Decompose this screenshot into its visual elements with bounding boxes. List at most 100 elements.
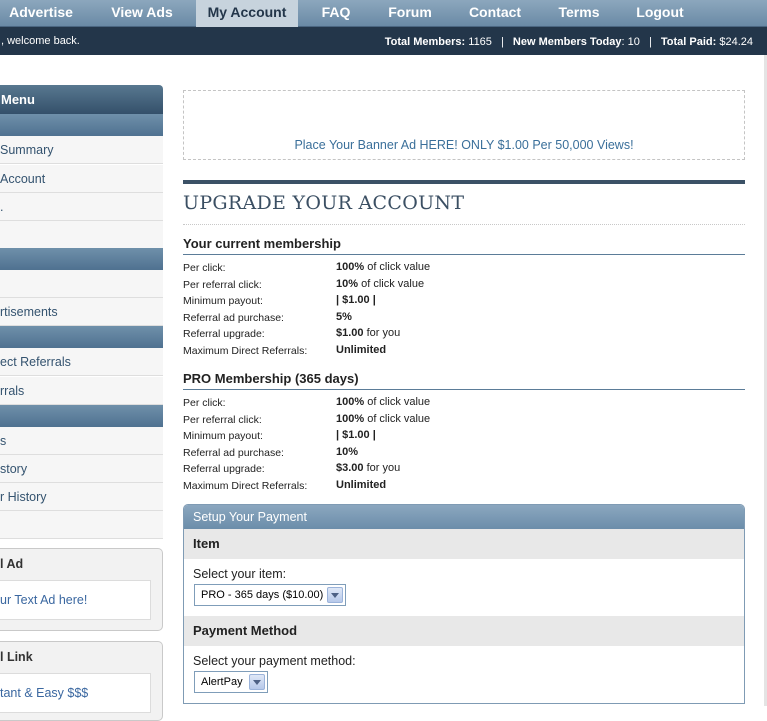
row-value: 10% xyxy=(336,446,358,458)
stats-separator: | xyxy=(648,36,652,48)
row-label: Per click: xyxy=(183,397,226,409)
banner-ad-link[interactable]: Place Your Banner Ad HERE! ONLY $1.00 Pe… xyxy=(184,138,744,152)
payment-panel-header: Setup Your Payment xyxy=(184,505,744,529)
new-members-value: : 10 xyxy=(621,36,640,48)
row-value-suffix: for you xyxy=(363,327,401,340)
row-value-strong: $3.00 xyxy=(336,462,364,475)
row-value-strong: Unlimited xyxy=(336,479,387,491)
link-box-link[interactable]: tant & Easy $$$ xyxy=(0,686,88,700)
nav-view-ads[interactable]: View Ads xyxy=(98,0,186,27)
row-value-strong: 100% xyxy=(336,396,365,408)
row-value: Unlimited xyxy=(336,344,386,356)
row-value: 100% of click value xyxy=(336,413,430,425)
table-row: Minimum payout: | $1.00 | xyxy=(183,428,745,444)
text-ad-box: l Ad ur Text Ad here! xyxy=(0,548,163,631)
item-label: Select your item: xyxy=(193,567,287,581)
row-value-suffix: of click value xyxy=(364,261,431,273)
row-value-strong: 10% xyxy=(336,277,359,290)
item-select[interactable]: PRO - 365 days ($10.00) xyxy=(194,584,346,606)
row-label: Referral upgrade: xyxy=(183,463,265,476)
link-box: l Link tant & Easy $$$ xyxy=(0,641,163,721)
sidebar-item[interactable] xyxy=(0,511,163,539)
row-value: 5% xyxy=(336,311,352,323)
chevron-down-icon[interactable] xyxy=(327,587,343,603)
sidebar-item-summary[interactable]: Summary xyxy=(0,136,163,164)
nav-my-account[interactable]: My Account xyxy=(196,0,298,27)
sidebar-item[interactable]: . xyxy=(0,193,163,221)
stats-separator: | xyxy=(500,36,504,48)
row-value: | $1.00 | xyxy=(336,429,376,441)
total-paid-label: Total Paid: xyxy=(660,36,717,48)
link-box-inner: tant & Easy $$$ xyxy=(0,673,151,713)
total-members-label: Total Members: xyxy=(384,36,466,48)
site-stats: Total Members: 1165 | New Members Today:… xyxy=(385,36,753,48)
row-value-strong: $1.00 xyxy=(336,327,364,340)
sidebar-item[interactable] xyxy=(0,270,163,298)
table-row: Per click: 100% of click value xyxy=(183,260,745,276)
sidebar-menu-title: Menu xyxy=(0,85,163,114)
nav-logout[interactable]: Logout xyxy=(628,0,692,27)
nav-terms[interactable]: Terms xyxy=(550,0,608,27)
table-row: Per referral click: 100% of click value xyxy=(183,412,745,428)
link-box-title: l Link xyxy=(0,650,33,664)
payment-panel: Setup Your Payment Item Select your item… xyxy=(183,504,745,704)
row-label: Referral ad purchase: xyxy=(183,446,284,459)
sidebar-item-account[interactable]: Account xyxy=(0,165,163,193)
row-value-suffix: of click value xyxy=(364,412,431,425)
sidebar-section-header xyxy=(0,326,163,348)
chevron-down-icon[interactable] xyxy=(249,674,265,690)
nav-contact[interactable]: Contact xyxy=(462,0,528,27)
table-row: Referral ad purchase: 5% xyxy=(183,310,745,326)
row-value-strong: Unlimited xyxy=(336,344,387,356)
nav-forum[interactable]: Forum xyxy=(380,0,440,27)
payment-method-label: Select your payment method: xyxy=(193,654,356,668)
row-value-suffix: for you xyxy=(363,462,401,475)
row-value-strong: 5% xyxy=(336,310,352,323)
payment-method-select-value: AlertPay xyxy=(201,676,243,688)
row-value: $3.00 for you xyxy=(336,462,400,474)
sidebar-item[interactable]: s xyxy=(0,427,163,455)
sidebar-item[interactable] xyxy=(0,221,163,249)
sidebar-item-history-2[interactable]: r History xyxy=(0,483,163,511)
row-value: 100% of click value xyxy=(336,261,430,273)
sidebar-item-advertisements[interactable]: rtisements xyxy=(0,298,163,326)
sidebar-section-header xyxy=(0,405,163,427)
page-title: UPGRADE YOUR ACCOUNT xyxy=(183,192,465,214)
welcome-text: , welcome back. xyxy=(1,35,80,47)
row-label: Minimum payout: xyxy=(183,295,263,308)
table-row: Maximum Direct Referrals: Unlimited xyxy=(183,343,745,359)
nav-faq[interactable]: FAQ xyxy=(312,0,360,27)
welcome-bar: , welcome back. Total Members: 1165 | Ne… xyxy=(0,27,767,55)
row-value-strong: | $1.00 | xyxy=(336,294,376,307)
row-label: Maximum Direct Referrals: xyxy=(183,345,308,357)
sidebar-item-direct-referrals[interactable]: ect Referrals xyxy=(0,348,163,376)
row-value: 100% of click value xyxy=(336,396,430,408)
row-value-strong: | $1.00 | xyxy=(336,429,376,442)
text-ad-link[interactable]: ur Text Ad here! xyxy=(0,593,87,607)
top-nav: Advertise View Ads My Account FAQ Forum … xyxy=(0,0,767,27)
nav-advertise[interactable]: Advertise xyxy=(0,0,82,27)
sidebar-item-history[interactable]: story xyxy=(0,455,163,483)
total-paid-value: $24.24 xyxy=(719,36,753,48)
new-members-label: New Members Today xyxy=(512,36,622,48)
heading-bar xyxy=(183,180,745,184)
banner-ad[interactable]: Place Your Banner Ad HERE! ONLY $1.00 Pe… xyxy=(183,90,745,160)
total-members-value: 1165 xyxy=(468,36,492,48)
row-value-strong: 10% xyxy=(336,445,359,458)
table-row: Referral upgrade: $1.00 for you xyxy=(183,326,745,342)
text-ad-box-title: l Ad xyxy=(0,557,24,571)
row-value: Unlimited xyxy=(336,479,386,491)
row-label: Minimum payout: xyxy=(183,430,263,443)
pro-membership-title: PRO Membership (365 days) xyxy=(183,371,745,390)
row-value-strong: 100% xyxy=(336,261,365,273)
text-ad-box-inner: ur Text Ad here! xyxy=(0,580,151,620)
sidebar-item-referrals[interactable]: rrals xyxy=(0,377,163,405)
table-row: Referral ad purchase: 10% xyxy=(183,445,745,461)
table-row: Maximum Direct Referrals: Unlimited xyxy=(183,478,745,494)
divider xyxy=(183,224,745,225)
payment-method-select[interactable]: AlertPay xyxy=(194,671,268,693)
item-section-header: Item xyxy=(184,529,744,559)
payment-method-section-header: Payment Method xyxy=(184,616,744,646)
sidebar-section-header xyxy=(0,114,163,136)
row-label: Referral upgrade: xyxy=(183,328,265,341)
